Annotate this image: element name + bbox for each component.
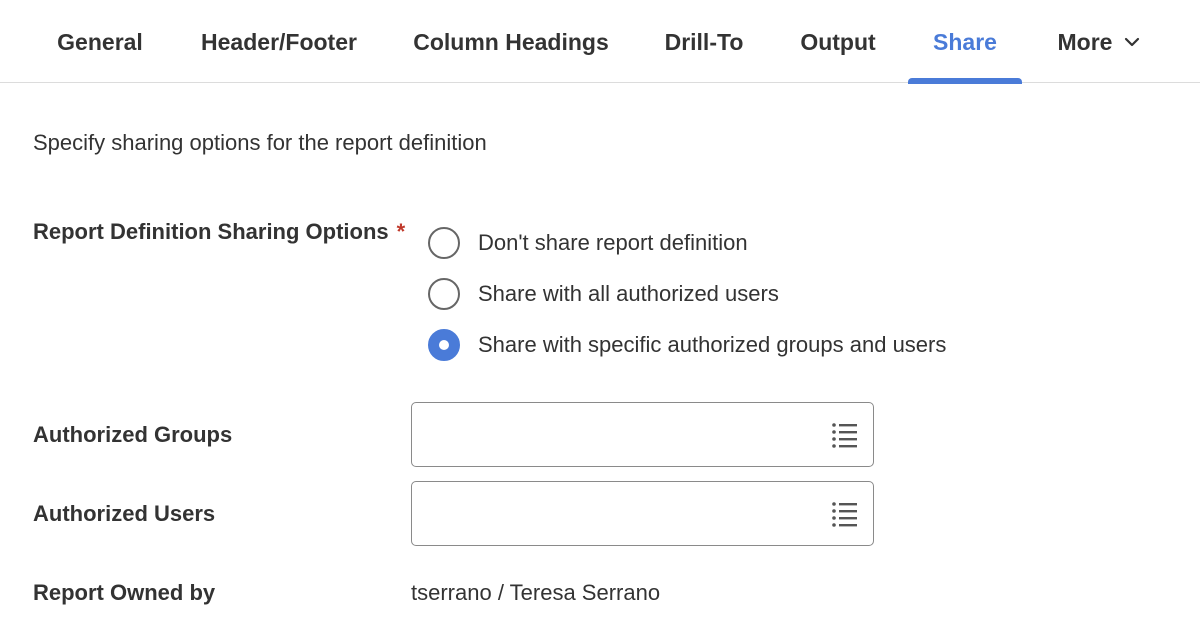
required-marker: * [396, 219, 406, 244]
tab-header-footer[interactable]: Header/Footer [188, 0, 370, 83]
tab-share[interactable]: Share [908, 0, 1022, 84]
tab-bar: General Header/Footer Column Headings Dr… [0, 0, 1200, 84]
radio-label: Share with specific authorized groups an… [478, 332, 947, 357]
report-owner-value: tserrano / Teresa Serrano [411, 580, 661, 605]
tab-label: More [1057, 29, 1113, 55]
authorized-groups-label: Authorized Groups [33, 422, 233, 447]
sharing-options-label: Report Definition Sharing Options * [33, 219, 405, 245]
tab-general[interactable]: General [40, 0, 160, 83]
authorized-users-input[interactable] [411, 481, 874, 546]
tab-column-headings[interactable]: Column Headings [404, 0, 618, 83]
radio-share-specific[interactable]: Share with specific authorized groups an… [428, 328, 946, 362]
list-icon[interactable] [831, 500, 859, 528]
intro-text: Specify sharing options for the report d… [33, 130, 487, 155]
tab-label: Share [933, 29, 997, 55]
radio-label: Don't share report definition [478, 230, 748, 255]
tab-label: Output [800, 29, 876, 55]
authorized-users-label: Authorized Users [33, 501, 216, 526]
authorized-groups-input[interactable] [411, 402, 874, 467]
active-tab-indicator [908, 78, 1022, 84]
radio-button[interactable] [428, 278, 460, 310]
tab-label: General [57, 29, 143, 55]
radio-share-all[interactable]: Share with all authorized users [428, 277, 779, 311]
radio-label: Share with all authorized users [478, 281, 779, 306]
tab-label: Header/Footer [201, 29, 357, 55]
radio-dont-share[interactable]: Don't share report definition [428, 226, 748, 260]
list-icon[interactable] [831, 421, 859, 449]
tab-more[interactable]: More [1044, 0, 1154, 83]
tab-output[interactable]: Output [790, 0, 886, 83]
radio-button-selected[interactable] [428, 329, 460, 361]
report-owner-label: Report Owned by [33, 580, 216, 605]
chevron-down-icon [1125, 37, 1140, 46]
tab-label: Drill-To [664, 29, 744, 55]
tab-drill-to[interactable]: Drill-To [654, 0, 754, 83]
tab-label: Column Headings [413, 29, 609, 55]
sharing-options-label-text: Report Definition Sharing Options [33, 219, 389, 244]
radio-button[interactable] [428, 227, 460, 259]
